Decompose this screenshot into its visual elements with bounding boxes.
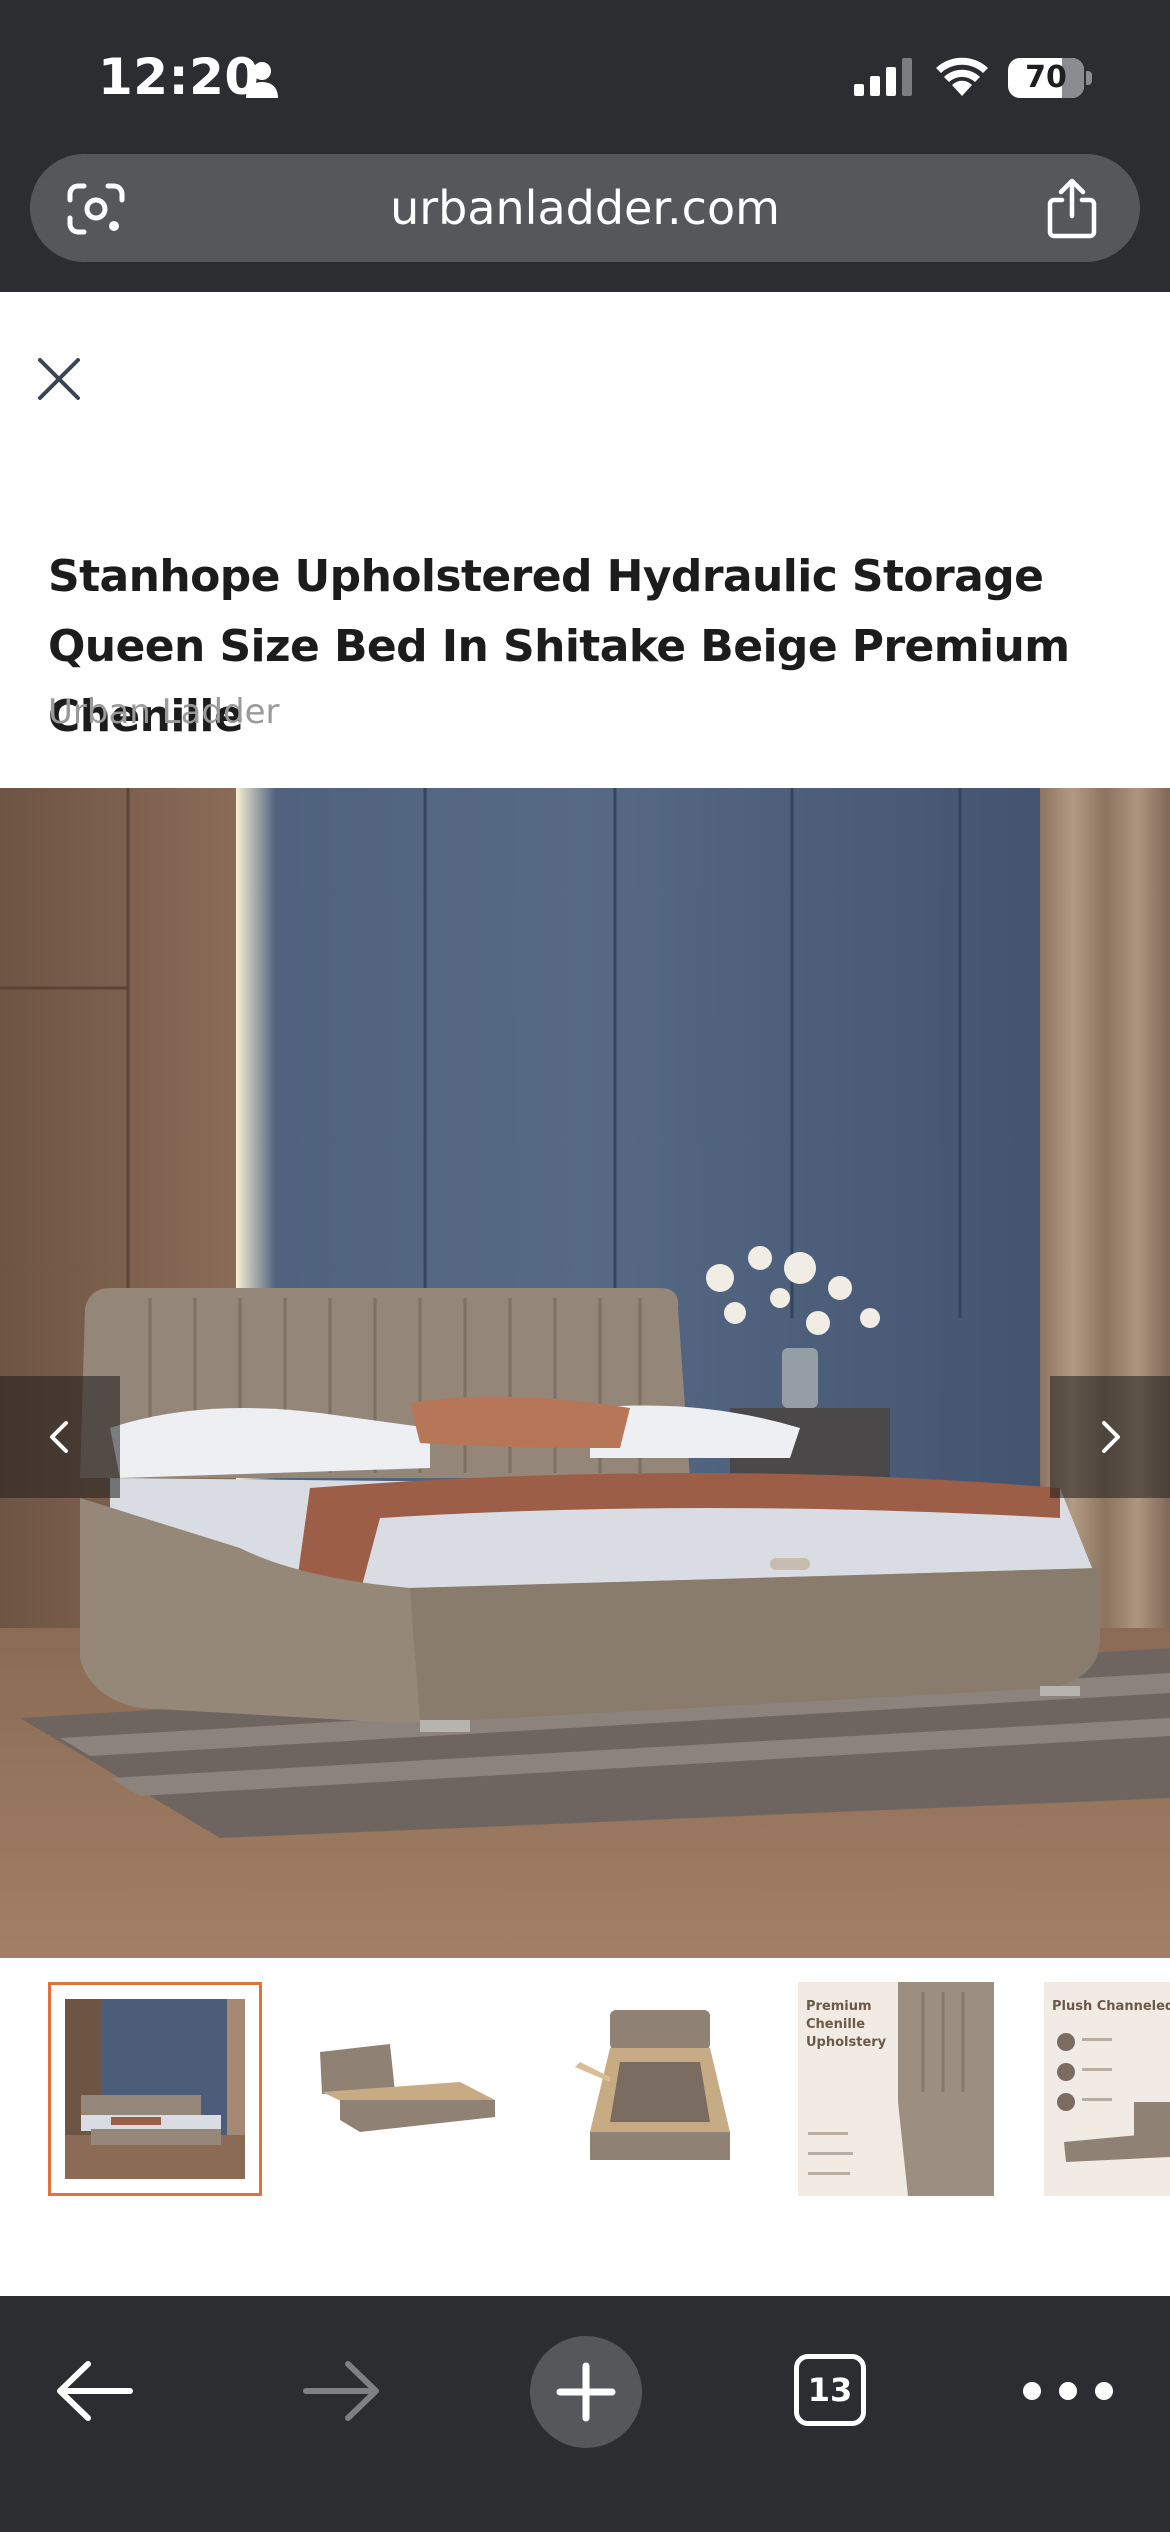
cellular-signal-icon: [854, 58, 912, 96]
more-options-icon[interactable]: [1012, 2376, 1132, 2406]
previous-image-button[interactable]: [0, 1376, 120, 1498]
plus-icon: [556, 2362, 616, 2422]
address-bar[interactable]: urbanladder.com: [30, 154, 1140, 262]
browser-bottom-toolbar: 13: [0, 2296, 1170, 2532]
svg-text:Upholstery: Upholstery: [806, 2035, 887, 2050]
thumbnail-4[interactable]: Premium Chenille Upholstery: [798, 1982, 1012, 2196]
thumbnail-5[interactable]: Plush Channeled Headbo: [1044, 1982, 1170, 2196]
share-icon[interactable]: [1042, 178, 1102, 240]
forward-arrow-icon[interactable]: [296, 2356, 386, 2426]
bed-room-illustration: [0, 788, 1170, 1958]
url-text[interactable]: urbanladder.com: [30, 154, 1140, 262]
thumbnail-strip[interactable]: Premium Chenille Upholstery Plush Channe…: [0, 1982, 1170, 2202]
product-main-image[interactable]: [0, 788, 1170, 1958]
new-tab-button[interactable]: [530, 2336, 642, 2448]
thumbnail-3[interactable]: [550, 1982, 764, 2196]
chevron-left-icon: [50, 1421, 68, 1453]
battery-indicator: 70: [1008, 58, 1092, 98]
browser-top-bar: urbanladder.com: [0, 140, 1170, 292]
svg-text:Premium: Premium: [806, 1999, 872, 2014]
chevron-right-icon: [1102, 1421, 1120, 1453]
status-time: 12:20: [98, 48, 260, 106]
tab-switcher-button[interactable]: 13: [794, 2354, 866, 2426]
next-image-button[interactable]: [1050, 1376, 1170, 1498]
thumbnail-1[interactable]: [48, 1982, 262, 2196]
battery-level: 70: [1025, 60, 1067, 95]
wifi-icon: [936, 57, 988, 96]
close-icon[interactable]: [34, 354, 84, 404]
person-icon: [246, 62, 278, 98]
status-bar: 12:20 70: [0, 0, 1170, 140]
brand-name: Urban Ladder: [48, 692, 280, 732]
svg-text:Chenille: Chenille: [806, 2017, 865, 2032]
back-arrow-icon[interactable]: [50, 2356, 140, 2426]
svg-text:Plush Channeled Headbo: Plush Channeled Headbo: [1052, 1999, 1170, 2014]
thumbnail-2[interactable]: [300, 1982, 514, 2196]
